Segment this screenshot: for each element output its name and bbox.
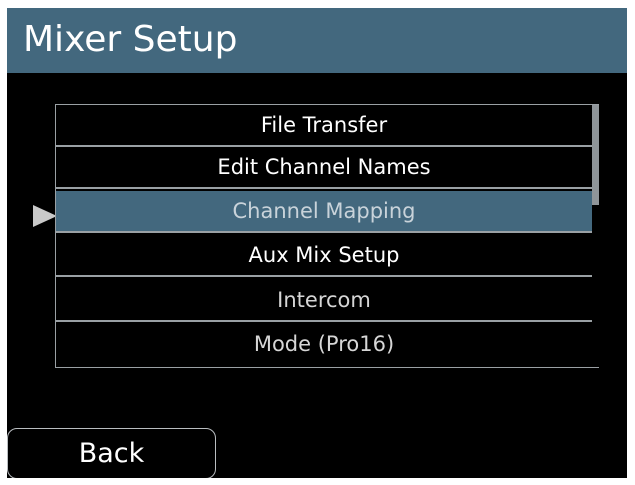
menu-item-file-transfer[interactable]: File Transfer xyxy=(56,105,592,147)
selection-pointer-icon xyxy=(33,205,57,227)
mixer-setup-screen: Mixer Setup File Transfer Edit Channel N… xyxy=(7,8,627,478)
menu-item-aux-mix-setup[interactable]: Aux Mix Setup xyxy=(56,235,592,277)
page-title: Mixer Setup xyxy=(23,19,238,60)
menu-list: File Transfer Edit Channel Names Channel… xyxy=(55,104,599,368)
menu-item-edit-channel-names[interactable]: Edit Channel Names xyxy=(56,147,592,189)
title-bar: Mixer Setup xyxy=(7,8,627,73)
menu-item-mode[interactable]: Mode (Pro16) xyxy=(56,324,592,366)
menu-item-intercom[interactable]: Intercom xyxy=(56,280,592,322)
scroll-thumb[interactable] xyxy=(592,105,599,205)
back-button-label: Back xyxy=(78,438,145,469)
menu-scrollbar[interactable] xyxy=(592,105,599,367)
menu-item-channel-mapping[interactable]: Channel Mapping xyxy=(56,191,592,233)
back-button[interactable]: Back xyxy=(7,428,216,478)
